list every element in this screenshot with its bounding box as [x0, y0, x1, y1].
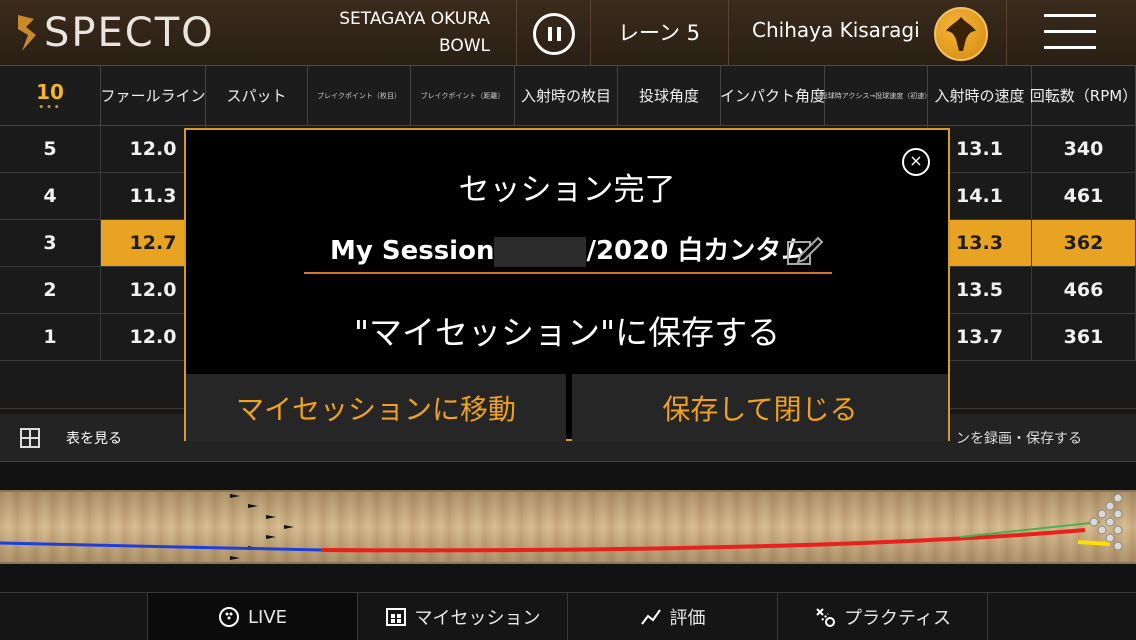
shot-count-value: 10 [36, 79, 64, 104]
nav-rating[interactable]: 評価 [568, 593, 778, 640]
rpm-value: 362 [1032, 220, 1136, 266]
hamburger-menu-button[interactable] [1044, 12, 1096, 52]
session-complete-dialog: × セッション完了 My Session/2020 白カンタム "マイセッション… [184, 128, 950, 441]
view-table-label: 表を見る [66, 431, 122, 447]
nav-live[interactable]: LIVE [148, 593, 358, 640]
lane-overlay [0, 493, 1123, 560]
header-divider [516, 0, 517, 66]
header-divider [1006, 0, 1007, 66]
header-divider [728, 0, 729, 66]
redacted-date [494, 236, 587, 267]
session-name-value: My Session/2020 白カンタム [330, 230, 807, 267]
table-header: 10 ••• ファールライン スパット ブレイクポイント（枚目） ブレイクポイン… [0, 66, 1136, 126]
avatar[interactable] [934, 7, 988, 61]
save-and-close-button[interactable]: 保存して閉じる [572, 374, 948, 441]
practice-icon [816, 608, 836, 627]
rpm-value: 461 [1032, 173, 1136, 219]
dialog-title: セッション完了 [458, 172, 676, 208]
folder-icon [385, 608, 406, 626]
col-entry-speed: 入射時の速度 [928, 66, 1032, 125]
rpm-value: 340 [1032, 126, 1136, 172]
specto-logo: SPECTO [14, 10, 215, 56]
logo-text: SPECTO [44, 10, 215, 56]
col-breakpoint-distance: ブレイクポイント（距離） [411, 66, 515, 125]
shot-number: 5 [0, 126, 101, 172]
col-axis-speed: 投球時アクシス→投球速度（初速） [821, 66, 931, 125]
user-name: Chihaya Kisaragi [752, 18, 920, 42]
nav-my-session-label: マイセッション [414, 608, 541, 629]
col-impact-angle: インパクト角度 [720, 66, 825, 125]
rpm-value: 361 [1032, 314, 1136, 360]
line-chart-icon [640, 609, 661, 625]
edit-icon[interactable] [784, 232, 824, 268]
nav-practice[interactable]: プラクティス [778, 593, 988, 640]
col-breakpoint-board: ブレイクポイント（枚目） [308, 66, 411, 125]
venue-name: SETAGAYA OKURA BOWL [300, 6, 490, 60]
pause-button[interactable] [533, 13, 575, 55]
nav-practice-label: プラクティス [844, 608, 951, 629]
shot-number: 3 [0, 220, 101, 266]
nav-live-label: LIVE [247, 606, 288, 628]
lane-label: レーン 5 [618, 21, 700, 45]
go-to-my-session-button[interactable]: マイセッションに移動 [186, 374, 566, 441]
session-name-prefix: My Session [330, 236, 495, 266]
rpm-value: 466 [1032, 267, 1136, 313]
record-save-label[interactable]: ンを録画・保存する [956, 428, 1082, 448]
nav-spacer [0, 593, 148, 640]
col-launch-angle: 投球角度 [618, 66, 721, 125]
bowling-ball-icon [218, 607, 239, 627]
menu-bar [1044, 14, 1096, 17]
venue-line-2: BOWL [438, 36, 490, 56]
venue-line-1: SETAGAYA OKURA [339, 9, 490, 29]
save-message: "マイセッション"に保存する [353, 313, 781, 352]
shot-count[interactable]: 10 ••• [0, 66, 101, 125]
trajectory-before-breakpoint [0, 541, 323, 552]
nav-my-session[interactable]: マイセッション [358, 593, 568, 640]
col-rpm: 回転数（RPM） [1030, 66, 1136, 125]
lane-view [0, 462, 1136, 592]
col-foul-line: ファールライン [101, 66, 206, 125]
grid-icon [20, 428, 40, 448]
pin-deck-line [1077, 540, 1111, 546]
dots-icon: ••• [38, 102, 62, 113]
shot-number: 1 [0, 314, 101, 360]
menu-bar [1044, 30, 1096, 33]
header-divider [590, 0, 591, 66]
shot-number: 2 [0, 267, 101, 313]
bottom-navigation: LIVE マイセッション 評価 プラクティス [0, 592, 1136, 640]
app-header: SPECTO SETAGAYA OKURA BOWL レーン 5 Chihaya… [0, 0, 1136, 66]
view-table-button[interactable]: 表を見る [0, 414, 172, 462]
menu-bar [1044, 46, 1096, 49]
nav-rating-label: 評価 [669, 608, 706, 629]
col-entry-board: 入射時の枚目 [515, 66, 618, 125]
shot-number: 4 [0, 173, 101, 219]
session-name-field[interactable]: My Session/2020 白カンタム [304, 226, 832, 274]
phoenix-icon [946, 17, 976, 51]
trajectory-after-breakpoint [321, 528, 1086, 553]
logo-mark-icon [18, 15, 36, 51]
session-name-suffix: /2020 白カンタム [586, 236, 808, 266]
col-spot: スパット [206, 66, 308, 125]
